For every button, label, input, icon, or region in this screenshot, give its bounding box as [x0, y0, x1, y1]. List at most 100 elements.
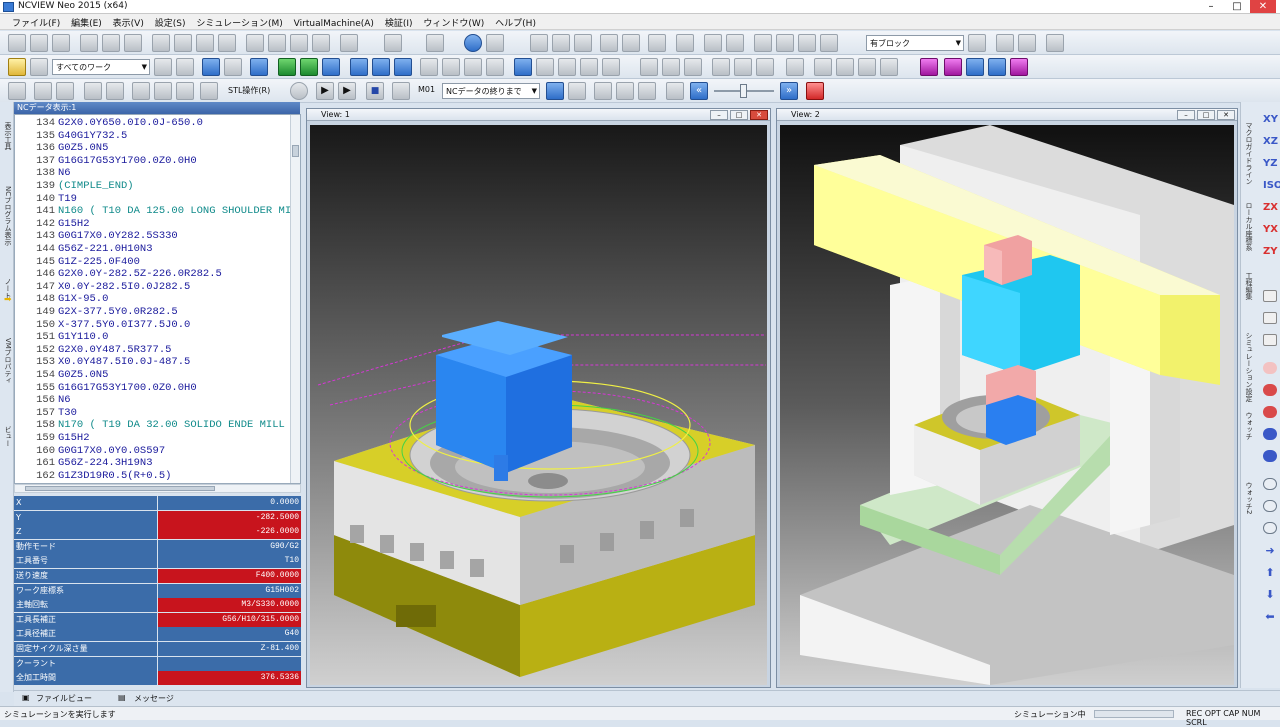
stl-f-icon[interactable] — [154, 82, 172, 100]
shape-d-icon[interactable] — [486, 58, 504, 76]
pan-left-icon[interactable]: ⬅ — [1263, 610, 1277, 623]
nc-line[interactable]: 159 G15H2 — [15, 432, 295, 445]
menu-verify[interactable]: 検証(I) — [381, 14, 417, 29]
file-d-icon[interactable] — [218, 34, 236, 52]
work-select[interactable]: すべてのワーク ▼ — [52, 59, 150, 75]
nc-line[interactable]: 154 G0Z5.0N5 — [15, 369, 295, 382]
tab-watch-2[interactable]: ウォッチ2 — [1244, 482, 1254, 514]
stl-d-icon[interactable] — [106, 82, 124, 100]
skip-icon[interactable] — [392, 82, 410, 100]
rotate-b-icon[interactable] — [1263, 384, 1277, 396]
file-a-icon[interactable] — [152, 34, 170, 52]
pos-a-icon[interactable] — [640, 58, 658, 76]
nc-hscroll-thumb[interactable] — [25, 486, 215, 491]
redo-icon[interactable] — [622, 34, 640, 52]
find-icon[interactable] — [676, 34, 694, 52]
menu-virtualmachine[interactable]: VirtualMachine(A) — [290, 17, 378, 29]
tool-a-icon[interactable] — [246, 34, 264, 52]
help-icon[interactable] — [464, 34, 482, 52]
tab-messages[interactable]: メッセージ — [134, 693, 174, 704]
nc-code-list[interactable]: 134 G2X0.0Y650.0I0.0J-650.0 135 G40G1Y732.5… — [14, 114, 301, 484]
tool-green-icon[interactable] — [278, 58, 296, 76]
layout-icon[interactable] — [340, 34, 358, 52]
print-icon[interactable] — [80, 34, 98, 52]
slow-icon[interactable]: « — [690, 82, 708, 100]
stl-h-icon[interactable] — [200, 82, 218, 100]
tool-shape-icon[interactable] — [300, 58, 318, 76]
nc-line[interactable]: 157 T30 — [15, 407, 295, 420]
new-icon[interactable] — [8, 34, 26, 52]
holder-icon[interactable] — [322, 58, 340, 76]
close-icon[interactable]: ✕ — [1250, 0, 1276, 13]
nc-line[interactable]: 141 N160 ( T10 DA 125.00 LONG SHOULDER MI… — [15, 205, 297, 218]
frame-icon[interactable] — [426, 34, 444, 52]
view-1-window[interactable]: View: 1 – □ ✕ — [306, 108, 771, 688]
view-xy-button[interactable]: XY — [1263, 114, 1278, 125]
pencil-icon[interactable] — [8, 58, 26, 76]
cut-icon[interactable] — [530, 34, 548, 52]
eraser-icon[interactable] — [30, 58, 48, 76]
mode-d-icon[interactable] — [616, 82, 634, 100]
fast-icon[interactable]: » — [780, 82, 798, 100]
window-icon[interactable] — [384, 34, 402, 52]
view-2-maximize-icon[interactable]: □ — [1197, 110, 1215, 120]
nc-line[interactable]: 138 N6 — [15, 167, 295, 180]
pos-b-icon[interactable] — [662, 58, 680, 76]
measure-d-icon[interactable] — [602, 58, 620, 76]
menu-edit[interactable]: 編集(E) — [67, 14, 106, 29]
hammer-icon[interactable] — [176, 58, 194, 76]
mark-prev-icon[interactable] — [798, 34, 816, 52]
grid-icon[interactable] — [224, 58, 242, 76]
nc-line[interactable]: 148 G1X-95.0 — [15, 293, 295, 306]
measure-icon[interactable] — [536, 58, 554, 76]
rewind-icon[interactable] — [666, 82, 684, 100]
tab-watch[interactable]: ウォッチ — [1244, 412, 1254, 440]
nc-line[interactable]: 147 X0.0Y-282.5I0.0J282.5 — [15, 281, 295, 294]
machine-b-icon[interactable] — [372, 58, 390, 76]
table-b-icon[interactable] — [858, 58, 876, 76]
mark-icon[interactable] — [754, 34, 772, 52]
nc-line[interactable]: 143 G0G17X0.0Y282.5S330 — [15, 230, 295, 243]
macro-a-icon[interactable] — [920, 58, 938, 76]
shape-b-icon[interactable] — [442, 58, 460, 76]
pos-c-icon[interactable] — [684, 58, 702, 76]
nc-line[interactable]: 158 N170 ( T19 DA 32.00 SOLIDO ENDE MILL … — [15, 419, 297, 432]
undo-icon[interactable] — [600, 34, 618, 52]
nc-line[interactable]: 155 G16G17G53Y1700.0Z0.0H0 — [15, 382, 295, 395]
tab-macro-guide[interactable]: マクロガイドライン — [1244, 122, 1254, 185]
view-2-close-icon[interactable]: ✕ — [1217, 110, 1235, 120]
pan-up-icon[interactable]: ⬆ — [1263, 566, 1277, 579]
view-yz-button[interactable]: YZ — [1263, 158, 1278, 169]
nc-line[interactable]: 153 X0.0Y487.5I0.0J-487.5 — [15, 356, 295, 369]
rotate-d-icon[interactable] — [1263, 428, 1277, 440]
block-a-icon[interactable] — [968, 34, 986, 52]
paste-icon[interactable] — [574, 34, 592, 52]
menu-window[interactable]: ウィンドウ(W) — [419, 14, 488, 29]
measure-b-icon[interactable] — [558, 58, 576, 76]
macro-e-icon[interactable] — [1010, 58, 1028, 76]
wrench-icon[interactable] — [154, 58, 172, 76]
nc-line[interactable]: 161 G56Z-224.3H19N3 — [15, 457, 295, 470]
save-icon[interactable] — [52, 34, 70, 52]
line-a-icon[interactable] — [712, 58, 730, 76]
nc-scroll-thumb[interactable] — [292, 145, 299, 157]
minimize-icon[interactable]: – — [1198, 0, 1224, 13]
mode-e-icon[interactable] — [638, 82, 656, 100]
view-2-window[interactable]: View: 2 – □ ✕ — [776, 108, 1238, 688]
mark-next-icon[interactable] — [776, 34, 794, 52]
tab-file-view[interactable]: ファイルビュー — [36, 693, 92, 704]
section-b-icon[interactable] — [814, 58, 832, 76]
block-c-icon[interactable] — [1018, 34, 1036, 52]
rotate-c-icon[interactable] — [1263, 406, 1277, 418]
m01-label[interactable]: M01 — [418, 85, 435, 94]
nc-end-select[interactable]: NCデータの終りまで ▼ — [442, 83, 540, 99]
filter-icon[interactable] — [290, 82, 308, 100]
nc-line[interactable]: 151 G1Y110.0 — [15, 331, 295, 344]
zoom-window-icon[interactable] — [1263, 522, 1277, 534]
up-icon[interactable] — [8, 82, 26, 100]
nc-line[interactable]: 142 G15H2 — [15, 218, 295, 231]
line-c-icon[interactable] — [756, 58, 774, 76]
nc-scrollbar[interactable] — [290, 115, 300, 483]
tab-tool-display[interactable]: 表示工具 — [1, 122, 13, 150]
context-help-icon[interactable] — [486, 34, 504, 52]
